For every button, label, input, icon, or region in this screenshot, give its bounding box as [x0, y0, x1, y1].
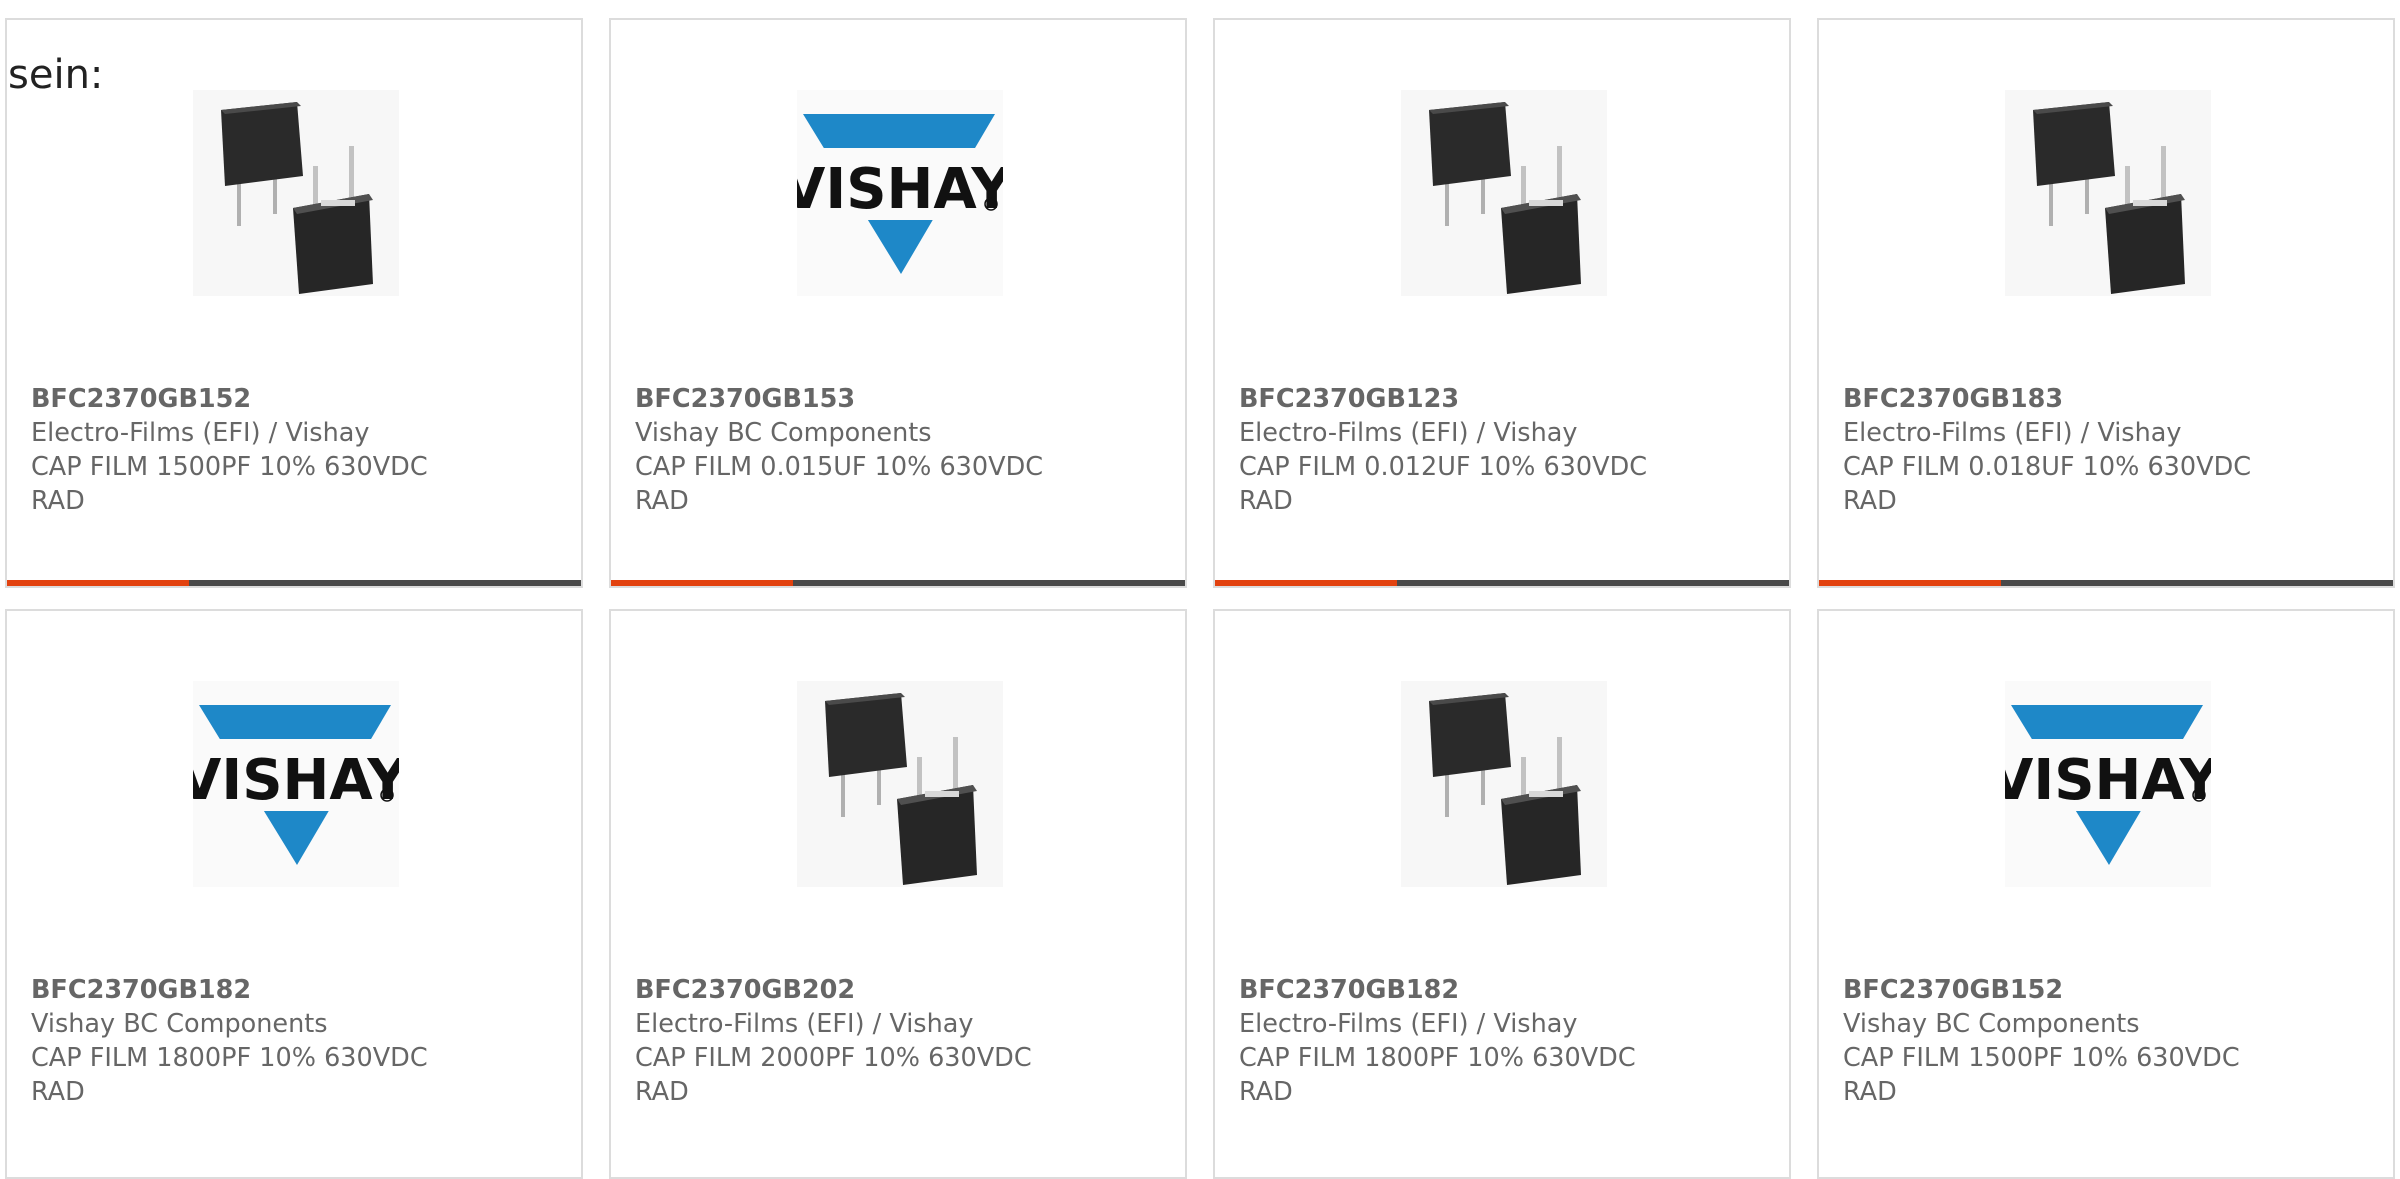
product-card[interactable]: BFC2370GB123 Electro-Films (EFI) / Visha… [1213, 18, 1791, 588]
product-card[interactable]: BFC2370GB152 Electro-Films (EFI) / Visha… [5, 18, 583, 588]
vishay-logo-icon: VISHAY [1990, 681, 2221, 887]
card-bottom-bar [611, 580, 1185, 586]
description: CAP FILM 0.018UF 10% 630VDC RAD [1843, 452, 2252, 516]
product-card[interactable]: BFC2370GB182 Electro-Films (EFI) / Visha… [1213, 609, 1791, 1179]
description: CAP FILM 0.012UF 10% 630VDC RAD [1239, 452, 1648, 516]
product-image[interactable]: VISHAY [178, 681, 409, 887]
manufacturer: Vishay BC Components [1843, 1009, 2140, 1039]
description: CAP FILM 0.015UF 10% 630VDC RAD [635, 452, 1044, 516]
part-number[interactable]: BFC2370GB152 [1843, 973, 2373, 1007]
description: CAP FILM 1800PF 10% 630VDC RAD [31, 1043, 428, 1107]
product-image[interactable]: VISHAY [782, 90, 1013, 296]
part-number[interactable]: BFC2370GB153 [635, 382, 1165, 416]
film-capacitor-image [797, 681, 1003, 887]
film-capacitor-image [2005, 90, 2211, 296]
card-accent [1819, 580, 2001, 586]
vishay-logo-icon: VISHAY [178, 681, 409, 887]
part-number[interactable]: BFC2370GB182 [1239, 973, 1769, 1007]
description: CAP FILM 1800PF 10% 630VDC RAD [1239, 1043, 1636, 1107]
manufacturer: Electro-Films (EFI) / Vishay [1843, 418, 2182, 448]
product-card[interactable]: BFC2370GB183 Electro-Films (EFI) / Visha… [1817, 18, 2395, 588]
film-capacitor-image [193, 90, 399, 296]
manufacturer: Electro-Films (EFI) / Vishay [1239, 418, 1578, 448]
product-image[interactable] [1401, 90, 1607, 296]
product-image[interactable] [2005, 90, 2211, 296]
vishay-logo-text: VISHAY [193, 748, 399, 813]
part-number[interactable]: BFC2370GB152 [31, 382, 561, 416]
product-image[interactable] [193, 90, 399, 296]
product-card[interactable]: VISHAY BFC2370GB152 Vishay BC Components… [1817, 609, 2395, 1179]
part-number[interactable]: BFC2370GB123 [1239, 382, 1769, 416]
product-image[interactable] [797, 681, 1003, 887]
manufacturer: Electro-Films (EFI) / Vishay [635, 1009, 974, 1039]
vishay-logo-icon: VISHAY [782, 90, 1013, 296]
card-accent [1215, 580, 1397, 586]
vishay-logo-text: VISHAY [797, 157, 1003, 222]
product-card[interactable]: VISHAY BFC2370GB182 Vishay BC Components… [5, 609, 583, 1179]
card-accent [611, 580, 793, 586]
card-accent [7, 580, 189, 586]
description: CAP FILM 2000PF 10% 630VDC RAD [635, 1043, 1032, 1107]
product-card[interactable]: VISHAY BFC2370GB153 Vishay BC Components… [609, 18, 1187, 588]
product-image[interactable] [1401, 681, 1607, 887]
manufacturer: Electro-Films (EFI) / Vishay [1239, 1009, 1578, 1039]
product-card[interactable]: BFC2370GB202 Electro-Films (EFI) / Visha… [609, 609, 1187, 1179]
part-number[interactable]: BFC2370GB202 [635, 973, 1165, 1007]
part-number[interactable]: BFC2370GB183 [1843, 382, 2373, 416]
film-capacitor-image [1401, 90, 1607, 296]
intro-text: sein: [8, 52, 104, 98]
card-bottom-bar [1215, 580, 1789, 586]
part-number[interactable]: BFC2370GB182 [31, 973, 561, 1007]
manufacturer: Vishay BC Components [635, 418, 932, 448]
card-bottom-bar [7, 580, 581, 586]
manufacturer: Vishay BC Components [31, 1009, 328, 1039]
product-image[interactable]: VISHAY [1990, 681, 2221, 887]
description: CAP FILM 1500PF 10% 630VDC RAD [1843, 1043, 2240, 1107]
description: CAP FILM 1500PF 10% 630VDC RAD [31, 452, 428, 516]
manufacturer: Electro-Films (EFI) / Vishay [31, 418, 370, 448]
film-capacitor-image [1401, 681, 1607, 887]
vishay-logo-text: VISHAY [2005, 748, 2211, 813]
card-bottom-bar [1819, 580, 2393, 586]
